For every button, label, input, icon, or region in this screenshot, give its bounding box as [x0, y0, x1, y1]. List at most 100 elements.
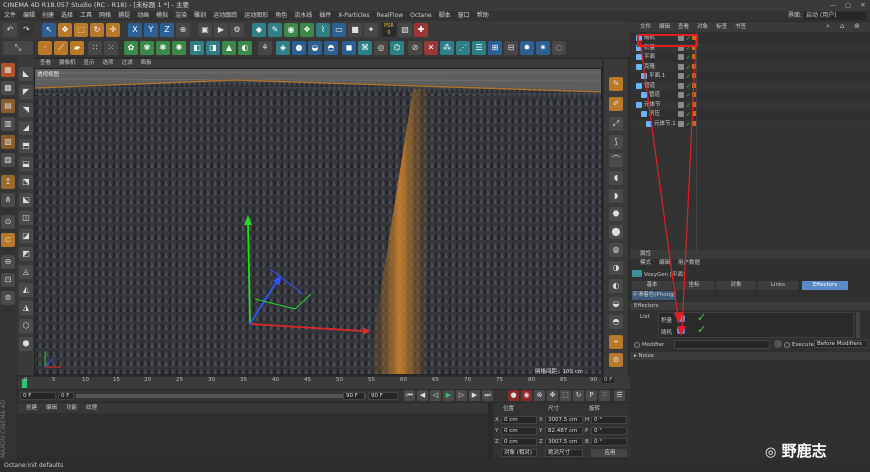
menu-plugins[interactable]: 插件: [319, 11, 331, 21]
rot-b-field[interactable]: 0 °: [591, 438, 627, 446]
edges-mode-icon[interactable]: ⟋: [54, 41, 68, 55]
workplane-icon[interactable]: ▧: [398, 23, 412, 37]
palette-icon-1[interactable]: ◣: [19, 67, 33, 81]
floor-icon[interactable]: ▭: [332, 23, 346, 37]
xp-icon-8[interactable]: ◎: [374, 41, 388, 55]
edge-mode-icon[interactable]: ▧: [1, 135, 15, 149]
strip-icon-4[interactable]: ⟆: [609, 135, 623, 149]
strip-icon-7[interactable]: ◗: [609, 189, 623, 203]
menu-window[interactable]: 窗口: [458, 11, 470, 21]
minimize-button[interactable]: —: [826, 0, 840, 11]
material-menu-edit[interactable]: 编辑: [46, 403, 57, 413]
coord-system-icon[interactable]: ⊕: [176, 23, 190, 37]
cube-icon[interactable]: ◆: [252, 23, 266, 37]
mograph-icon-4[interactable]: ✺: [172, 41, 186, 55]
modifier-link-field[interactable]: [674, 340, 770, 349]
viewport-menu-view[interactable]: 查看: [40, 59, 51, 68]
menu-character[interactable]: 角色: [275, 11, 287, 21]
undo-icon[interactable]: ↶: [3, 23, 17, 37]
points-mode-icon[interactable]: ·: [38, 41, 52, 55]
axis-gizmo[interactable]: [235, 209, 375, 349]
palette-icon-2[interactable]: ◤: [19, 85, 33, 99]
palette-icon-14[interactable]: ◮: [19, 301, 33, 315]
viewport-menu-display[interactable]: 显示: [84, 59, 95, 68]
strip-icon-14[interactable]: ◓: [609, 315, 623, 329]
viewport-menu-filter[interactable]: 过滤: [122, 59, 133, 68]
end-frame-field[interactable]: 90 F: [368, 392, 398, 400]
menu-realflow[interactable]: RealFlow: [377, 11, 404, 21]
polygons-mode-icon[interactable]: ▰: [70, 41, 84, 55]
x-axis-icon[interactable]: X: [128, 23, 142, 37]
palette-icon-8[interactable]: ⬕: [19, 193, 33, 207]
material-menu-function[interactable]: 功能: [66, 403, 77, 413]
mograph-icon-3[interactable]: ❃: [156, 41, 170, 55]
xp-icon-9[interactable]: ⌬: [390, 41, 404, 55]
rot-h-field[interactable]: 0 °: [591, 416, 627, 424]
objmgr-home-icon[interactable]: ⌂: [840, 22, 844, 30]
solo-icon[interactable]: ⊚: [1, 291, 15, 305]
menu-snap[interactable]: 捕捉: [118, 11, 130, 21]
menu-octane[interactable]: Octane: [410, 11, 432, 21]
strip-icon-2[interactable]: ✐: [609, 97, 623, 111]
xp-icon-5[interactable]: ◓: [324, 41, 338, 55]
mode-icon[interactable]: ⤡: [3, 41, 33, 55]
live-select-icon[interactable]: ↖: [42, 23, 56, 37]
palette-icon-12[interactable]: ◬: [19, 265, 33, 279]
layout-select[interactable]: 启动 (用户): [804, 12, 866, 20]
viewport-menu-options[interactable]: 选项: [103, 59, 114, 68]
uv-mode-icon[interactable]: ∷: [88, 41, 102, 55]
palette-icon-10[interactable]: ◪: [19, 229, 33, 243]
xp-icon-16[interactable]: ⊟: [504, 41, 518, 55]
tweak-icon[interactable]: ⋔: [1, 193, 15, 207]
xp-icon-19[interactable]: ◌: [552, 41, 566, 55]
axis-mode-icon[interactable]: ⁙: [104, 41, 118, 55]
objmgr-search-icon[interactable]: ⌕: [826, 22, 830, 31]
palette-icon-6[interactable]: ⬓: [19, 157, 33, 171]
strip-icon-5[interactable]: ⌒: [609, 153, 623, 167]
objmgr-new-window-icon[interactable]: ⊕: [854, 22, 860, 30]
menu-tools[interactable]: 工具: [80, 11, 92, 21]
modifier-link-icon[interactable]: [774, 340, 782, 348]
list-scrollbar[interactable]: [856, 312, 860, 338]
tag-icon-1[interactable]: ◧: [190, 41, 204, 55]
camera-icon[interactable]: ■: [348, 23, 362, 37]
palette-icon-7[interactable]: ⬔: [19, 175, 33, 189]
strip-icon-1[interactable]: ✎: [609, 77, 623, 91]
strip-icon-9[interactable]: ⬤: [609, 225, 623, 239]
xp-icon-6[interactable]: ◼: [342, 41, 356, 55]
y-axis-icon[interactable]: Y: [144, 23, 158, 37]
menu-mesh[interactable]: 网格: [99, 11, 111, 21]
strip-icon-11[interactable]: ◑: [609, 261, 623, 275]
rot-p-field[interactable]: 0 °: [591, 427, 627, 435]
deformer-icon[interactable]: ⌇: [316, 23, 330, 37]
pos-x-field[interactable]: 0 cm: [501, 416, 537, 424]
menu-simulate[interactable]: 模拟: [156, 11, 168, 21]
param-key-icon[interactable]: P: [586, 390, 597, 401]
xp-icon-12[interactable]: ⁂: [440, 41, 454, 55]
pos-y-field[interactable]: 0 cm: [501, 427, 537, 435]
strip-icon-8[interactable]: ⬣: [609, 207, 623, 221]
pen-icon[interactable]: ✎: [268, 23, 282, 37]
point-mode-icon[interactable]: ▥: [1, 117, 15, 131]
redo-icon[interactable]: ↷: [20, 23, 33, 37]
recent-tool-icon[interactable]: ✛: [106, 23, 120, 37]
menu-edit[interactable]: 编辑: [23, 11, 35, 21]
psr-icon[interactable]: PSR 0: [382, 23, 396, 37]
strip-icon-12[interactable]: ◐: [609, 279, 623, 293]
mograph-icon-1[interactable]: ✿: [124, 41, 138, 55]
xp-icon-3[interactable]: ●: [292, 41, 306, 55]
enable-axis-icon[interactable]: ↥: [1, 175, 15, 189]
xp-icon-17[interactable]: ✹: [520, 41, 534, 55]
menu-create[interactable]: 创建: [42, 11, 54, 21]
palette-icon-13[interactable]: ◭: [19, 283, 33, 297]
mograph-icon-2[interactable]: ✾: [140, 41, 154, 55]
record-icon[interactable]: ●: [508, 390, 519, 401]
go-start-icon[interactable]: ⏮: [404, 390, 415, 401]
render-picture-icon[interactable]: ▶: [214, 23, 228, 37]
light-icon[interactable]: ✦: [364, 23, 378, 37]
tab-effectors[interactable]: Effectors: [802, 281, 848, 290]
rot-key-icon[interactable]: ↻: [573, 390, 584, 401]
execute-select[interactable]: Before Modifiers: [814, 340, 868, 348]
start-frame-field[interactable]: 0 F: [58, 392, 74, 400]
close-button[interactable]: ✕: [856, 0, 870, 11]
